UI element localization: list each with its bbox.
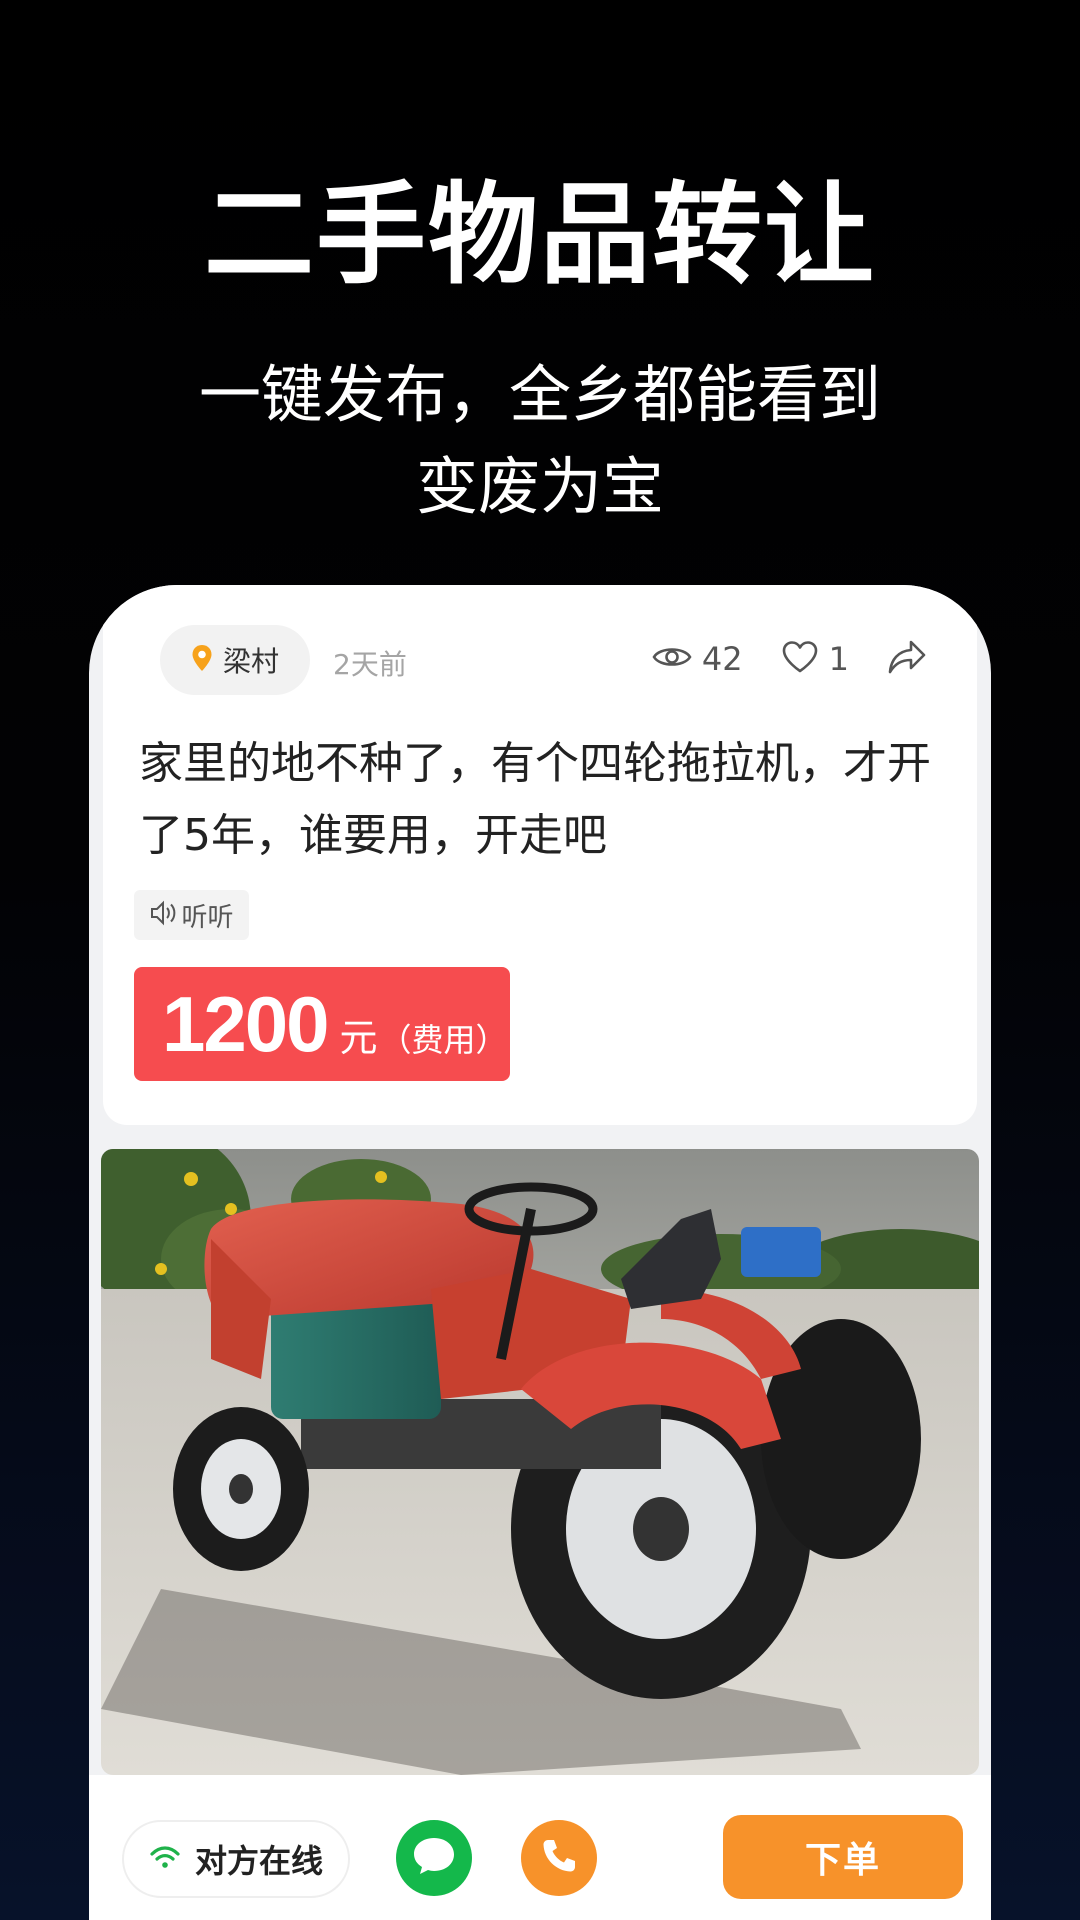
promo-title: 二手物品转让 [204, 171, 876, 299]
price-badge: 1200 元 （费用） [134, 967, 510, 1081]
likes-count: 1 [828, 640, 849, 678]
location-chip[interactable]: 梁村 [160, 625, 310, 695]
online-status-pill: 对方在线 [122, 1820, 350, 1898]
map-pin-icon [191, 644, 213, 676]
promo-subtitle-line2: 变废为宝 [415, 450, 664, 523]
price-note: （费用） [379, 1021, 508, 1059]
promo-subtitle-line1: 一键发布，全乡都能看到 [198, 358, 881, 431]
share-stat[interactable] [887, 639, 927, 679]
order-button[interactable]: 下单 [723, 1815, 963, 1899]
views-count: 42 [701, 640, 743, 678]
heart-icon[interactable] [781, 640, 819, 678]
chat-bubble-icon [411, 1834, 457, 1882]
bottom-action-bar: 对方在线 下单 [89, 1775, 991, 1920]
chat-button[interactable] [396, 1820, 472, 1896]
product-photo[interactable] [101, 1149, 979, 1775]
post-description: 家里的地不种了，有个四轮拖拉机，才开了5年，谁要用，开走吧 [139, 738, 931, 861]
speaker-icon [149, 899, 179, 931]
listen-button[interactable]: 听听 [134, 890, 249, 940]
phone-icon [539, 1836, 579, 1880]
price-unit: 元 [339, 1016, 378, 1060]
share-icon[interactable] [887, 639, 927, 679]
likes-stat[interactable]: 1 [781, 640, 849, 678]
location-label: 梁村 [222, 645, 279, 678]
listen-label: 听听 [181, 902, 234, 933]
views-stat: 42 [652, 640, 743, 678]
eye-icon [652, 643, 692, 675]
phone-screen: 梁村 2天前 42 1 家里的地不种了，有个四轮拖拉机，才开了5年，谁要用，开走… [89, 585, 991, 1920]
post-time: 2天前 [333, 648, 407, 681]
post-card[interactable]: 梁村 2天前 42 1 家里的地不种了，有个四轮拖拉机，才开了5年，谁要用，开走… [103, 585, 977, 1125]
post-stats: 42 1 [614, 629, 927, 689]
price-value: 1200 [162, 980, 330, 1068]
online-status-label: 对方在线 [194, 1842, 323, 1880]
wifi-icon [149, 1845, 181, 1873]
call-button[interactable] [521, 1820, 597, 1896]
